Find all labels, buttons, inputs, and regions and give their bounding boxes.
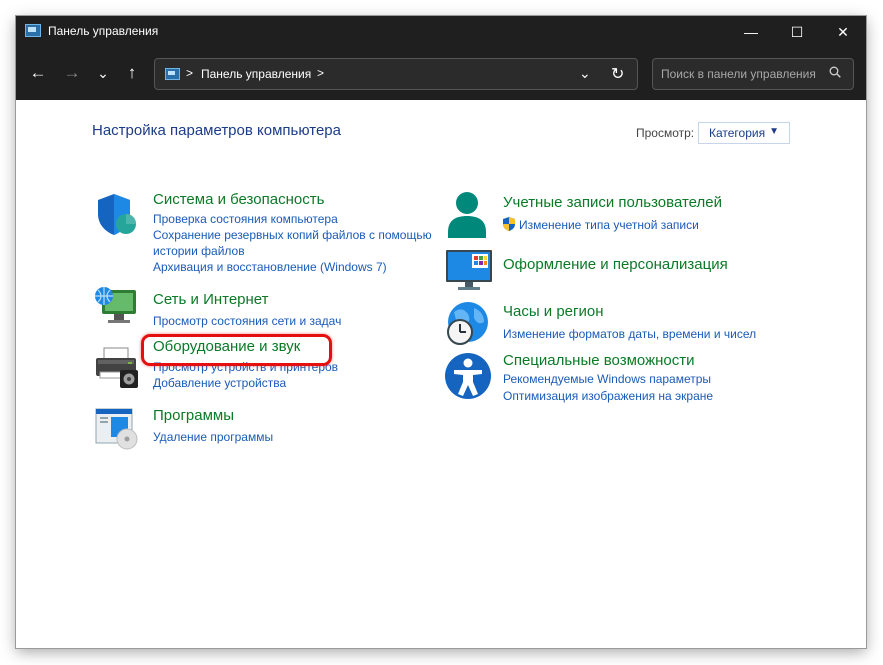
link-file-history-backup-cont[interactable]: истории файлов: [153, 244, 245, 258]
control-panel-icon: [165, 68, 180, 80]
maximize-button[interactable]: ☐: [774, 16, 820, 48]
category-clock-region[interactable]: Часы и регион: [503, 303, 604, 320]
search-box[interactable]: Поиск в панели управления: [652, 58, 854, 90]
breadcrumb-control-panel[interactable]: Панель управления: [201, 67, 311, 81]
printer-icon[interactable]: [94, 344, 140, 390]
link-uninstall-program[interactable]: Удаление программы: [153, 430, 273, 444]
chevron-down-icon: ▼: [769, 126, 779, 137]
navigation-toolbar: ← → ⌄ ↑ > Панель управления > ⌄ ↻ Поиск …: [16, 48, 866, 100]
highlight-annotation: [141, 334, 332, 366]
recent-locations-button[interactable]: ⌄: [92, 62, 114, 84]
view-by-dropdown[interactable]: Категория ▼: [698, 122, 790, 144]
main-content: Настройка параметров компьютера Просмотр…: [16, 100, 866, 648]
appearance-icon[interactable]: [444, 248, 494, 292]
link-backup-restore[interactable]: Архивация и восстановление (Windows 7): [153, 260, 387, 274]
forward-button[interactable]: →: [61, 62, 83, 84]
refresh-button[interactable]: ↻: [611, 64, 624, 84]
accessibility-icon[interactable]: [444, 352, 492, 400]
back-button[interactable]: ←: [27, 62, 49, 84]
view-by-label: Просмотр:: [636, 126, 695, 140]
link-change-account-type[interactable]: Изменение типа учетной записи: [519, 218, 699, 232]
search-input[interactable]: Поиск в панели управления: [661, 67, 816, 81]
category-system-security[interactable]: Система и безопасность: [153, 191, 324, 208]
search-icon[interactable]: [829, 66, 841, 78]
breadcrumb-separator: >: [186, 66, 194, 80]
control-panel-icon: [25, 24, 41, 37]
address-bar[interactable]: > Панель управления > ⌄ ↻: [154, 58, 638, 90]
link-file-history-backup[interactable]: Сохранение резервных копий файлов с помо…: [153, 228, 432, 242]
category-appearance-personalization[interactable]: Оформление и персонализация: [503, 256, 728, 273]
category-programs[interactable]: Программы: [153, 407, 234, 424]
programs-icon[interactable]: [94, 406, 140, 452]
user-accounts-icon[interactable]: [444, 190, 490, 240]
view-by-value: Категория: [709, 126, 766, 140]
category-user-accounts[interactable]: Учетные записи пользователей: [503, 194, 722, 211]
uac-shield-icon: [503, 217, 515, 231]
window-title: Панель управления: [48, 24, 159, 38]
link-network-status[interactable]: Просмотр состояния сети и задач: [153, 314, 341, 328]
category-network-internet[interactable]: Сеть и Интернет: [153, 291, 269, 308]
shield-icon[interactable]: [94, 192, 140, 238]
link-recommended-windows-settings[interactable]: Рекомендуемые Windows параметры: [503, 372, 711, 386]
link-add-device[interactable]: Добавление устройства: [153, 376, 286, 390]
category-ease-of-access[interactable]: Специальные возможности: [503, 352, 695, 369]
address-dropdown-button[interactable]: ⌄: [579, 65, 591, 82]
minimize-button[interactable]: —: [728, 16, 774, 48]
control-panel-window: Панель управления — ☐ ✕ ← → ⌄ ↑ > Панель…: [16, 16, 866, 648]
up-button[interactable]: ↑: [121, 62, 143, 84]
breadcrumb-separator[interactable]: >: [317, 66, 324, 80]
clock-globe-icon[interactable]: [444, 300, 492, 348]
title-bar: Панель управления — ☐ ✕: [16, 16, 866, 48]
link-check-computer-status[interactable]: Проверка состояния компьютера: [153, 212, 338, 226]
page-title: Настройка параметров компьютера: [92, 122, 341, 139]
network-icon[interactable]: [94, 284, 140, 330]
link-optimize-display[interactable]: Оптимизация изображения на экране: [503, 389, 713, 403]
close-button[interactable]: ✕: [820, 16, 866, 48]
link-date-time-formats[interactable]: Изменение форматов даты, времени и чисел: [503, 327, 756, 341]
